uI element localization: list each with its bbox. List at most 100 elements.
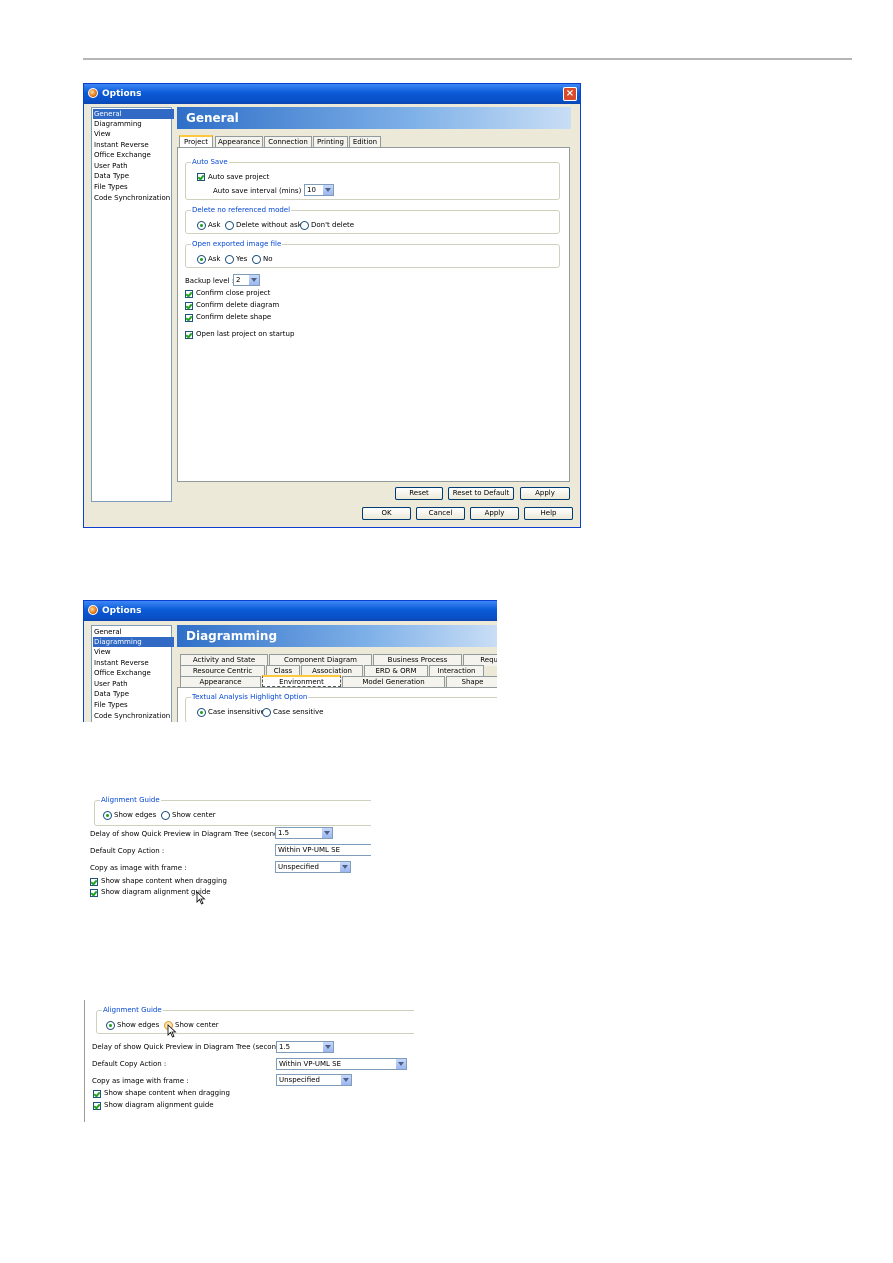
default-copy-action-combo[interactable]: Within VP-UML SE xyxy=(276,1058,407,1070)
auto-save-project-checkbox[interactable] xyxy=(197,173,205,181)
environment-snippet-hover-guide: Alignment Guide Show edges Show center D… xyxy=(88,795,371,913)
show-shape-content-checkbox[interactable] xyxy=(90,878,98,886)
category-item-diagramming[interactable]: Diagramming xyxy=(93,119,174,129)
options-dialog-general: Options × General Diagramming View Insta… xyxy=(83,83,581,528)
chevron-down-icon[interactable] xyxy=(248,275,259,285)
category-item-office-exchange[interactable]: Office Exchange xyxy=(93,150,174,160)
category-list: General Diagramming View Instant Reverse… xyxy=(91,107,174,502)
dont-delete-radio[interactable] xyxy=(300,221,309,230)
category-item-view[interactable]: View xyxy=(93,647,174,657)
ok-button[interactable]: OK xyxy=(362,507,411,520)
panel-apply-button[interactable]: Apply xyxy=(520,487,570,500)
reset-to-default-button[interactable]: Reset to Default xyxy=(448,487,514,500)
category-item-diagramming[interactable]: Diagramming xyxy=(93,637,174,647)
section-header: Diagramming xyxy=(177,625,497,647)
chevron-down-icon[interactable] xyxy=(395,1059,406,1069)
category-item-user-path[interactable]: User Path xyxy=(93,161,174,171)
delete-model-ask-label: Ask xyxy=(208,221,221,229)
delay-combo[interactable]: 1.5 xyxy=(276,1041,334,1053)
category-item-view[interactable]: View xyxy=(93,129,174,139)
chevron-down-icon[interactable] xyxy=(322,1042,333,1052)
title-bar[interactable]: Options xyxy=(84,601,497,621)
confirm-delete-diagram-label: Confirm delete diagram xyxy=(196,301,280,309)
default-copy-action-value: Within VP-UML SE xyxy=(278,846,341,854)
tab-project[interactable]: Project xyxy=(179,135,213,147)
show-shape-content-label: Show shape content when dragging xyxy=(101,877,227,885)
category-item-instant-reverse[interactable]: Instant Reverse xyxy=(93,140,174,150)
show-alignment-guide-label: Show diagram alignment guide xyxy=(104,1101,214,1109)
dialog-apply-button[interactable]: Apply xyxy=(470,507,519,520)
auto-save-group: Auto Save Auto save project Auto save in… xyxy=(185,158,560,200)
case-sensitive-radio[interactable] xyxy=(262,708,271,717)
dont-delete-label: Don't delete xyxy=(311,221,355,229)
category-list: General Diagramming View Instant Reverse… xyxy=(91,625,174,722)
open-image-group: Open exported image file Ask Yes No xyxy=(185,240,560,268)
default-copy-action-label: Default Copy Action : xyxy=(92,1060,167,1068)
textual-analysis-legend: Textual Analysis Highlight Option xyxy=(191,693,309,702)
tab-panel-project: Auto Save Auto save project Auto save in… xyxy=(177,147,570,482)
auto-save-interval-label: Auto save interval (mins) : xyxy=(213,187,306,195)
mouse-cursor-icon xyxy=(196,891,206,905)
auto-save-project-label: Auto save project xyxy=(208,173,270,181)
category-item-file-types[interactable]: File Types xyxy=(93,700,174,710)
auto-save-interval-value: 10 xyxy=(307,186,316,194)
delete-model-group: Delete no referenced model Ask Delete wi… xyxy=(185,206,560,234)
open-last-project-checkbox[interactable] xyxy=(185,331,193,339)
show-edges-radio[interactable] xyxy=(106,1021,115,1030)
default-copy-action-combo[interactable]: Within VP-UML SE xyxy=(275,844,371,856)
delay-value: 1.5 xyxy=(279,1043,291,1051)
app-icon xyxy=(88,88,98,98)
open-image-no-label: No xyxy=(263,255,273,263)
close-icon[interactable]: × xyxy=(563,87,577,101)
category-item-user-path[interactable]: User Path xyxy=(93,679,174,689)
confirm-delete-shape-checkbox[interactable] xyxy=(185,314,193,322)
confirm-delete-diagram-checkbox[interactable] xyxy=(185,302,193,310)
category-item-data-type[interactable]: Data Type xyxy=(93,171,174,181)
copy-frame-combo[interactable]: Unspecified xyxy=(276,1074,352,1086)
tab-environment[interactable]: Environment xyxy=(262,675,341,687)
category-item-data-type[interactable]: Data Type xyxy=(93,689,174,699)
help-button[interactable]: Help xyxy=(524,507,573,520)
category-item-instant-reverse[interactable]: Instant Reverse xyxy=(93,658,174,668)
backup-level-combo[interactable]: 2 xyxy=(233,274,260,286)
delete-model-ask-radio[interactable] xyxy=(197,221,206,230)
page-header-rule xyxy=(83,58,852,60)
delay-combo[interactable]: 1.5 xyxy=(275,827,333,839)
chevron-down-icon[interactable] xyxy=(322,185,333,195)
delete-without-ask-label: Delete without ask xyxy=(236,221,302,229)
copy-frame-value: Unspecified xyxy=(278,863,319,871)
open-image-ask-label: Ask xyxy=(208,255,221,263)
category-item-office-exchange[interactable]: Office Exchange xyxy=(93,668,174,678)
show-center-radio[interactable] xyxy=(161,811,170,820)
auto-save-legend: Auto Save xyxy=(191,158,229,167)
category-item-general[interactable]: General xyxy=(93,627,174,637)
chevron-down-icon[interactable] xyxy=(339,862,350,872)
show-shape-content-checkbox[interactable] xyxy=(93,1090,101,1098)
environment-snippet-hover-center: Alignment Guide Show edges Show center D… xyxy=(84,1000,414,1122)
category-item-code-synchronization[interactable]: Code Synchronization xyxy=(93,193,174,203)
confirm-delete-shape-label: Confirm delete shape xyxy=(196,313,272,321)
copy-frame-combo[interactable]: Unspecified xyxy=(275,861,351,873)
confirm-close-project-checkbox[interactable] xyxy=(185,290,193,298)
show-alignment-guide-checkbox[interactable] xyxy=(93,1102,101,1110)
open-image-yes-radio[interactable] xyxy=(225,255,234,264)
title-bar[interactable]: Options × xyxy=(84,84,580,104)
case-insensitive-radio[interactable] xyxy=(197,708,206,717)
category-item-general[interactable]: General xyxy=(93,109,174,119)
alignment-guide-group: Alignment Guide Show edges Show center xyxy=(96,1006,414,1034)
category-item-code-synchronization[interactable]: Code Synchronization xyxy=(93,711,174,721)
show-alignment-guide-checkbox[interactable] xyxy=(90,889,98,897)
show-edges-radio[interactable] xyxy=(103,811,112,820)
delay-label: Delay of show Quick Preview in Diagram T… xyxy=(92,1043,288,1051)
default-copy-action-label: Default Copy Action : xyxy=(90,847,165,855)
cancel-button[interactable]: Cancel xyxy=(416,507,465,520)
auto-save-interval-combo[interactable]: 10 xyxy=(304,184,334,196)
show-center-label: Show center xyxy=(172,811,216,819)
reset-button[interactable]: Reset xyxy=(395,487,443,500)
delete-without-ask-radio[interactable] xyxy=(225,221,234,230)
open-image-no-radio[interactable] xyxy=(252,255,261,264)
category-item-file-types[interactable]: File Types xyxy=(93,182,174,192)
chevron-down-icon[interactable] xyxy=(321,828,332,838)
open-image-ask-radio[interactable] xyxy=(197,255,206,264)
chevron-down-icon[interactable] xyxy=(340,1075,351,1085)
